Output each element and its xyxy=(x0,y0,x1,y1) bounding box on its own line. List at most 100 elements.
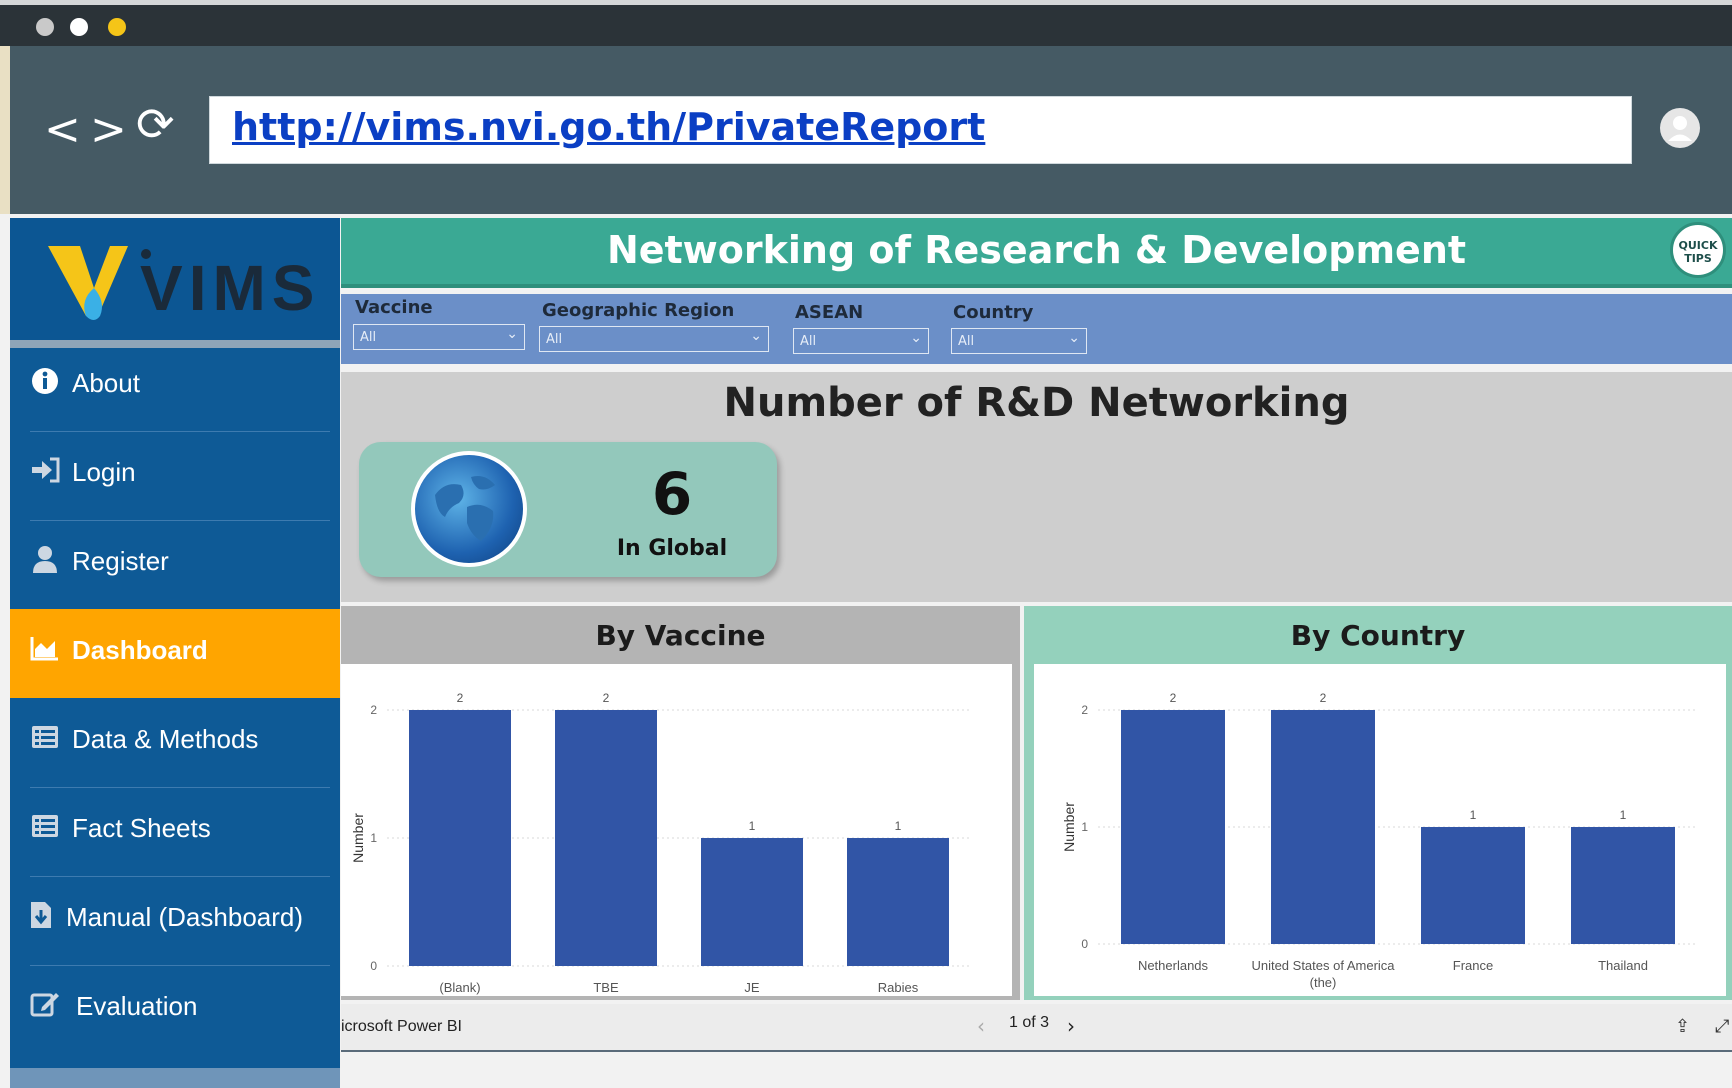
forward-icon[interactable]: > xyxy=(90,108,127,152)
country-dropdown[interactable]: All ⌄ xyxy=(951,328,1087,354)
region-dropdown[interactable]: All ⌄ xyxy=(539,326,769,352)
x-tick-label: Thailand xyxy=(1598,958,1648,973)
data-label: 2 xyxy=(1320,691,1327,705)
chevron-down-icon: ⌄ xyxy=(1068,330,1080,346)
sidebar-scroll-hint xyxy=(10,1068,340,1088)
y-axis-label: Number xyxy=(1061,802,1077,852)
profile-avatar-icon[interactable] xyxy=(1660,108,1700,148)
vaccine-dropdown-value: All xyxy=(360,330,377,345)
sidebar-item-label: Login xyxy=(72,457,136,487)
quick-tips-text: QUICK TIPS xyxy=(1678,239,1718,265)
sidebar-item-evaluation[interactable]: Evaluation xyxy=(10,965,340,1054)
y-tick-label: 1 xyxy=(1081,820,1088,834)
download-icon xyxy=(26,900,56,930)
window-minimize-dot[interactable] xyxy=(70,18,88,36)
bar xyxy=(555,710,657,966)
y-tick-label: 2 xyxy=(1081,703,1088,717)
data-label: 1 xyxy=(749,819,756,833)
sidebar-item-about[interactable]: About xyxy=(10,342,340,431)
filter-label-region: Geographic Region xyxy=(542,300,735,321)
report-title: Networking of Research & Development xyxy=(606,228,1467,272)
data-label: 1 xyxy=(1470,808,1477,822)
asean-dropdown-value: All xyxy=(800,334,817,349)
data-label: 2 xyxy=(457,691,464,705)
fullscreen-icon[interactable]: ⤢ xyxy=(1715,1016,1729,1037)
x-tick-label: JE xyxy=(744,980,760,995)
filter-label-country: Country xyxy=(953,302,1034,323)
info-icon xyxy=(30,366,60,396)
sidebar-item-label: Evaluation xyxy=(76,991,198,1021)
x-tick-label: Netherlands xyxy=(1138,958,1209,973)
powerbi-footer: icrosoft Power BI ‹ 1 of 3 › ⇪ ⤢ xyxy=(341,1004,1732,1052)
filter-label-asean: ASEAN xyxy=(795,302,864,323)
url-text[interactable]: http://vims.nvi.go.th/PrivateReport xyxy=(232,105,985,149)
x-tick-label: Rabies xyxy=(878,980,919,995)
filter-bar: Vaccine All ⌄ Geographic Region All ⌄ AS… xyxy=(341,294,1732,364)
vaccine-dropdown[interactable]: All ⌄ xyxy=(353,324,525,350)
reload-icon[interactable]: ⟳ xyxy=(136,101,175,147)
quick-tips-badge[interactable]: QUICK TIPS xyxy=(1670,222,1726,278)
prev-page-icon[interactable]: ‹ xyxy=(977,1014,985,1038)
kpi-value: 6 xyxy=(651,460,693,528)
y-axis-label: Number xyxy=(350,813,366,863)
chart-panel-by-country: By Country 0 1 2 Number 2 Netherlands 2 United … xyxy=(1024,606,1732,1000)
chevron-down-icon: ⌄ xyxy=(506,326,518,342)
sidebar-item-label: Dashboard xyxy=(72,635,208,665)
sidebar-item-manual[interactable]: Manual (Dashboard) xyxy=(10,876,340,965)
sidebar-item-data-methods[interactable]: Data & Methods xyxy=(10,698,340,787)
y-tick-label: 0 xyxy=(1081,937,1088,951)
chart-title: By Country xyxy=(1290,619,1466,652)
back-icon[interactable]: < xyxy=(44,108,81,152)
chart-panel-by-vaccine: By Vaccine 0 1 2 Number 2 (Blank) 2 TBE 1 JE 1 Rabi… xyxy=(341,606,1020,1000)
chevron-down-icon: ⌄ xyxy=(750,328,762,344)
bar xyxy=(409,710,511,966)
bar xyxy=(1121,710,1225,944)
asean-dropdown[interactable]: All ⌄ xyxy=(793,328,929,354)
kpi-title: Number of R&D Networking xyxy=(723,380,1350,426)
globe-icon xyxy=(411,451,527,567)
sidebar-item-login[interactable]: Login xyxy=(10,431,340,520)
bar xyxy=(1421,827,1525,944)
sidebar-item-label: Data & Methods xyxy=(72,724,259,754)
list-icon xyxy=(30,722,60,752)
sidebar-item-dashboard[interactable]: Dashboard xyxy=(10,609,340,698)
sidebar-item-fact-sheets[interactable]: Fact Sheets xyxy=(10,787,340,876)
window-maximize-dot[interactable] xyxy=(108,18,126,36)
list-icon xyxy=(30,811,60,841)
user-icon xyxy=(30,544,60,574)
window-titlebar xyxy=(0,0,1732,46)
address-bar[interactable]: http://vims.nvi.go.th/PrivateReport xyxy=(209,96,1632,164)
data-label: 1 xyxy=(895,819,902,833)
vims-logo: VIMS xyxy=(10,218,340,340)
chart-icon xyxy=(30,633,60,663)
bar xyxy=(847,838,949,966)
chart-area: 0 1 2 Number 2 (Blank) 2 TBE 1 JE 1 Rabies xyxy=(341,664,1012,996)
data-label: 2 xyxy=(603,691,610,705)
data-label: 2 xyxy=(1170,691,1177,705)
chart-title: By Vaccine xyxy=(595,619,766,652)
bar xyxy=(1571,827,1675,944)
bar xyxy=(701,838,803,966)
share-icon[interactable]: ⇪ xyxy=(1675,1016,1690,1037)
y-tick-label: 1 xyxy=(370,831,377,845)
y-tick-label: 2 xyxy=(370,703,377,717)
page-indicator: 1 of 3 xyxy=(1009,1014,1050,1031)
x-tick-label: TBE xyxy=(593,980,619,995)
sidebar-item-label: About xyxy=(72,368,140,398)
sidebar-item-label: Register xyxy=(72,546,169,576)
next-page-icon[interactable]: › xyxy=(1067,1014,1075,1038)
logo-text: VIMS xyxy=(140,252,320,324)
powerbi-brand-link[interactable]: icrosoft Power BI xyxy=(341,1018,462,1036)
bar-chart-by-country: 0 1 2 Number 2 Netherlands 2 United States of A… xyxy=(1061,691,1698,990)
window-close-dot[interactable] xyxy=(36,18,54,36)
data-label: 1 xyxy=(1620,808,1627,822)
x-tick-label: United States of America xyxy=(1251,958,1395,973)
sidebar-item-label: Manual (Dashboard) xyxy=(66,902,304,932)
sidebar-item-register[interactable]: Register xyxy=(10,520,340,609)
x-tick-label: France xyxy=(1453,958,1493,973)
region-dropdown-value: All xyxy=(546,332,563,347)
bar-chart-by-vaccine: 0 1 2 Number 2 (Blank) 2 TBE 1 JE 1 Rabies xyxy=(350,691,971,995)
bar xyxy=(1271,710,1375,944)
login-icon xyxy=(30,455,60,485)
chevron-down-icon: ⌄ xyxy=(910,330,922,346)
